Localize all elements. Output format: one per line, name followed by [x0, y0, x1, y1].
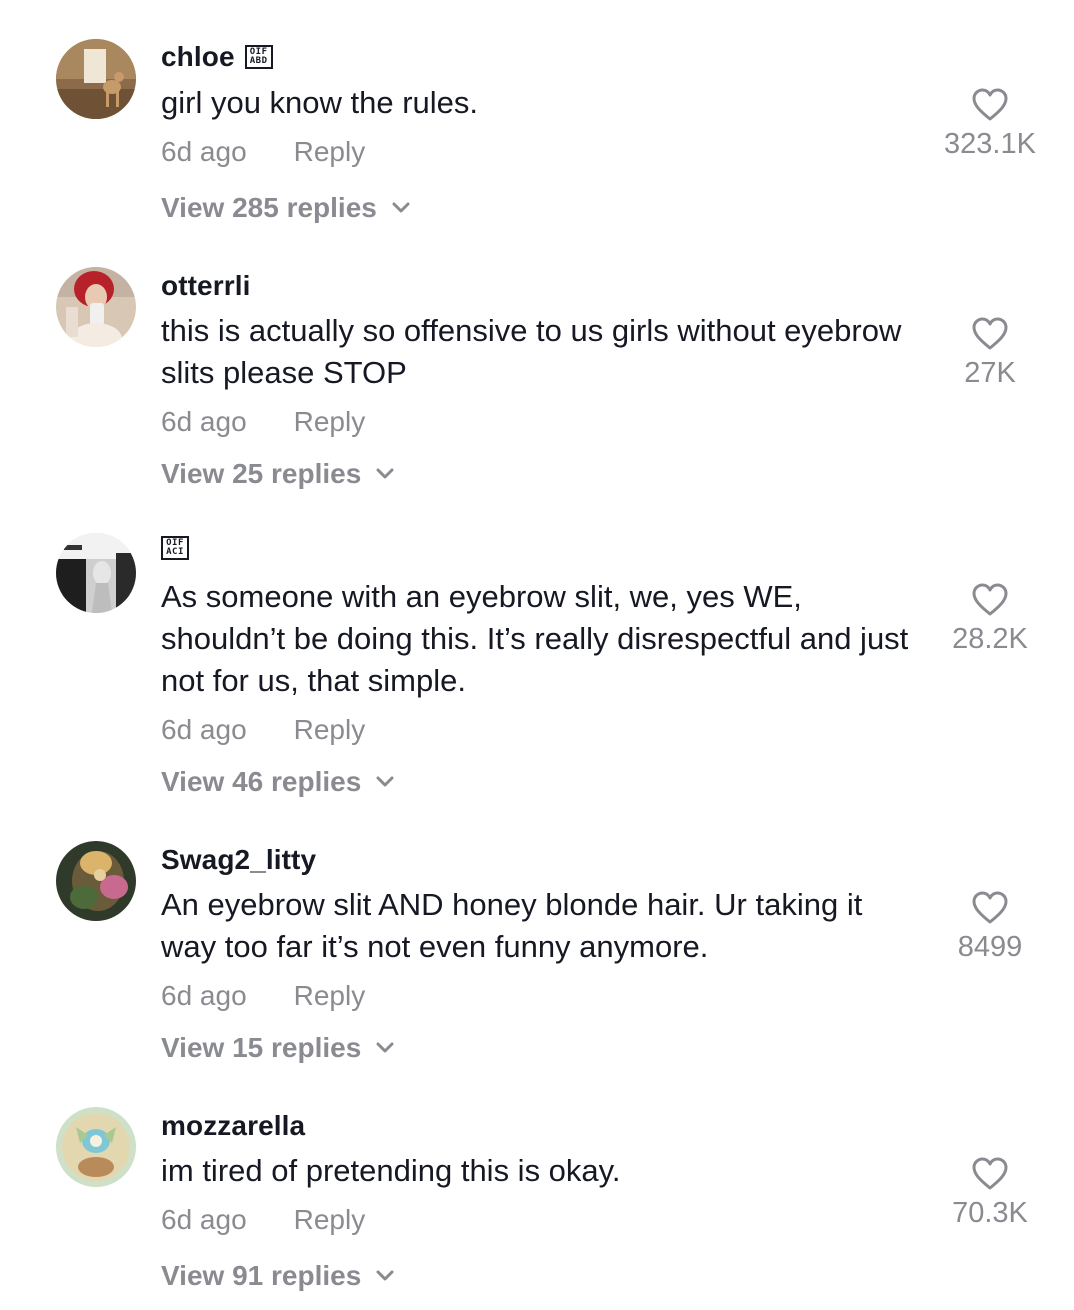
view-replies-label: View 46 replies: [161, 766, 362, 797]
comment-time: 6d ago: [161, 714, 247, 745]
reply-button[interactable]: Reply: [294, 406, 366, 438]
username-text: otterrli: [161, 270, 251, 301]
chevron-down-icon: [376, 1042, 394, 1053]
view-replies-button[interactable]: View 25 replies: [161, 458, 395, 490]
username-text: mozzarella: [161, 1110, 306, 1141]
username-text: chloe: [161, 41, 235, 72]
reply-button[interactable]: Reply: [294, 714, 366, 746]
chevron-down-icon: [392, 202, 410, 213]
chevron-down-icon: [376, 1270, 394, 1281]
view-replies-label: View 91 replies: [161, 1260, 362, 1291]
heart-outline-icon[interactable]: [972, 317, 1008, 351]
comment-text: As someone with an eyebrow slit, we, yes…: [161, 579, 909, 698]
comment-meta: 6d ago Reply: [161, 136, 365, 168]
view-replies-label: View 25 replies: [161, 458, 362, 489]
reply-button[interactable]: Reply: [294, 1204, 366, 1236]
avatar[interactable]: [56, 1107, 136, 1187]
avatar[interactable]: [56, 841, 136, 921]
profile-badge-icon: OIF ABD: [244, 45, 273, 69]
like-count: 27K: [964, 357, 1016, 389]
like-control: 28.2K: [920, 583, 1060, 656]
comment-time: 6d ago: [161, 1204, 247, 1235]
like-control: 323.1K: [920, 88, 1060, 161]
chevron-down-icon: [376, 468, 394, 479]
like-control: 8499: [920, 891, 1060, 964]
comment-meta: 6d ago Reply: [161, 1204, 365, 1236]
comment-username[interactable]: chloe OIF ABD: [161, 41, 273, 73]
like-count: 323.1K: [944, 128, 1036, 160]
avatar[interactable]: [56, 39, 136, 119]
username-text: Swag2_litty: [161, 844, 317, 875]
comment-text: this is actually so offensive to us girl…: [161, 313, 902, 390]
view-replies-button[interactable]: View 15 replies: [161, 1032, 395, 1064]
avatar[interactable]: [56, 533, 136, 613]
view-replies-label: View 15 replies: [161, 1032, 362, 1063]
comment-time: 6d ago: [161, 136, 247, 167]
heart-outline-icon[interactable]: [972, 1157, 1008, 1191]
reply-button[interactable]: Reply: [294, 136, 366, 168]
comment-text: girl you know the rules.: [161, 85, 479, 120]
comment-username[interactable]: OIF ACI: [161, 536, 189, 560]
comment-meta: 6d ago Reply: [161, 406, 365, 438]
comment-username[interactable]: otterrli: [161, 270, 250, 302]
view-replies-button[interactable]: View 46 replies: [161, 766, 395, 798]
comment-meta: 6d ago Reply: [161, 980, 365, 1012]
heart-outline-icon[interactable]: [972, 583, 1008, 617]
reply-button[interactable]: Reply: [294, 980, 366, 1012]
view-replies-button[interactable]: View 91 replies: [161, 1260, 395, 1292]
comment-text: im tired of pretending this is okay.: [161, 1153, 621, 1188]
like-control: 70.3K: [920, 1157, 1060, 1230]
like-count: 70.3K: [952, 1197, 1028, 1229]
chevron-down-icon: [376, 776, 394, 787]
comment-time: 6d ago: [161, 980, 247, 1011]
like-control: 27K: [920, 317, 1060, 390]
comment-username[interactable]: Swag2_litty: [161, 844, 316, 876]
heart-outline-icon[interactable]: [972, 891, 1008, 925]
profile-badge-icon: OIF ACI: [161, 536, 189, 560]
comment-text: An eyebrow slit AND honey blonde hair. U…: [161, 887, 863, 964]
view-replies-label: View 285 replies: [161, 192, 377, 223]
comment-time: 6d ago: [161, 406, 247, 437]
like-count: 8499: [957, 931, 1023, 963]
heart-outline-icon[interactable]: [972, 88, 1008, 122]
view-replies-button[interactable]: View 285 replies: [161, 192, 411, 224]
like-count: 28.2K: [952, 623, 1028, 655]
comment-username[interactable]: mozzarella: [161, 1110, 305, 1142]
comment-meta: 6d ago Reply: [161, 714, 365, 746]
avatar[interactable]: [56, 267, 136, 347]
